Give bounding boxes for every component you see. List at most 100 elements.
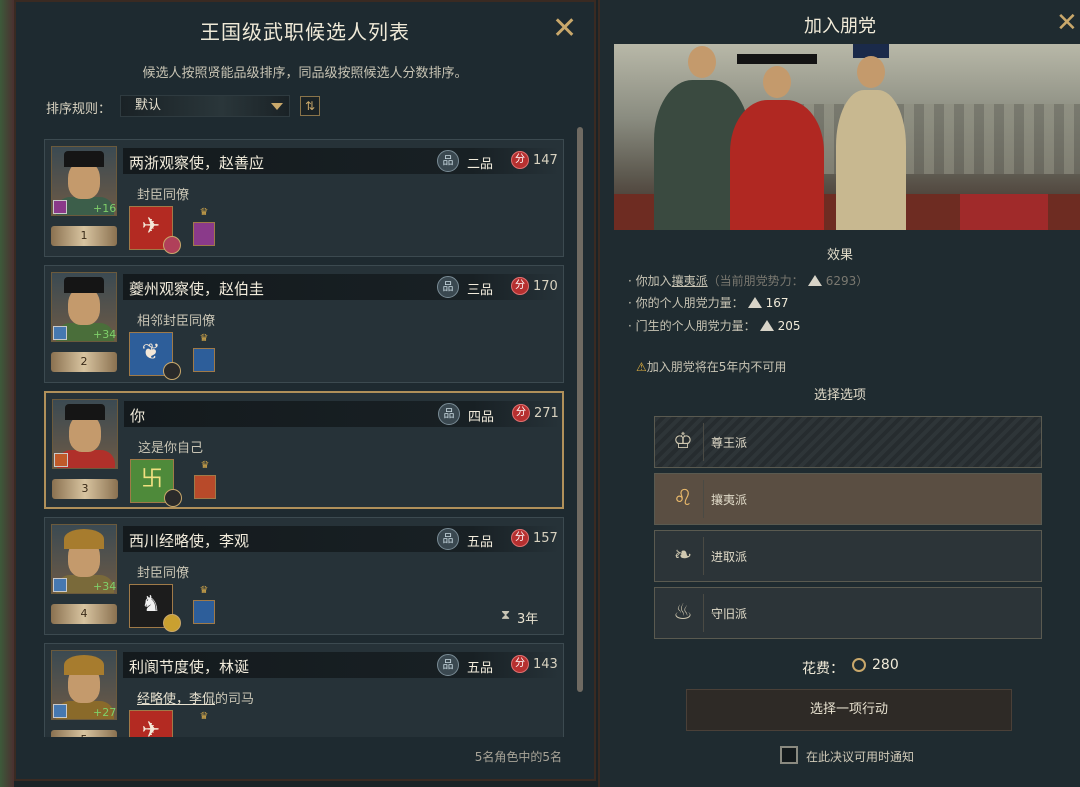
- list-scrollbar[interactable]: [577, 127, 583, 692]
- hourglass-icon: ⧗: [501, 608, 511, 623]
- realm-coat-icon[interactable]: [193, 600, 215, 624]
- event-illustration: [614, 44, 1080, 230]
- candidate-name[interactable]: 夔州观察使，赵伯圭: [129, 278, 264, 299]
- candidate-card[interactable]: +27 5 利阆节度使，林诞 品 五品 分 143 经略使，李侃的司马 ✈ ♛: [44, 643, 564, 737]
- rank-number: 5: [51, 730, 117, 737]
- candidate-name[interactable]: 两浙观察使，赵善应: [129, 152, 264, 173]
- grade-icon: 品: [437, 276, 459, 298]
- option-jinqu[interactable]: ❧ 进取派: [654, 530, 1042, 582]
- cauldron-icon: ♨: [663, 594, 704, 632]
- sort-dropdown[interactable]: 默认: [120, 95, 290, 117]
- relation-suffix: 的司马: [215, 692, 255, 707]
- sort-order-button[interactable]: ⇅: [300, 96, 320, 116]
- relation-link[interactable]: 经略使，李侃: [137, 692, 215, 707]
- faction-link[interactable]: 攘夷派: [672, 274, 708, 288]
- liege-emblem-icon: [163, 614, 181, 632]
- realm-coat-icon[interactable]: [193, 348, 215, 372]
- candidate-relation: 封臣同僚: [137, 566, 190, 581]
- close-icon[interactable]: ✕: [1056, 8, 1078, 38]
- candidate-score: 170: [533, 279, 558, 294]
- option-rangyi[interactable]: ♌ 攘夷派: [654, 473, 1042, 525]
- liege-emblem-icon: [164, 489, 182, 507]
- warning-text: ⚠加入朋党将在5年内不可用: [636, 360, 787, 374]
- candidate-grade: 五品: [467, 661, 494, 676]
- crown-icon: ♛: [199, 711, 209, 722]
- title-badge-icon: [53, 200, 67, 214]
- notify-label[interactable]: 在此决议可用时通知: [806, 748, 914, 765]
- effect-join: · 你加入攘夷派（当前朋党势力： 6293）: [628, 274, 869, 288]
- score-icon: 分: [511, 529, 529, 547]
- candidate-score: 157: [533, 531, 558, 546]
- grade-icon: 品: [437, 150, 459, 172]
- candidate-count: 5名角色中的5名: [474, 750, 562, 764]
- crown-icon: ♛: [199, 207, 209, 218]
- candidate-card-self[interactable]: 3 你 品 四品 分 271 这是你自己 卐 ♛: [44, 391, 564, 509]
- name-bar: [124, 401, 560, 427]
- candidate-name[interactable]: 西川经略使，李观: [129, 530, 249, 551]
- cost-value: 280: [872, 657, 899, 673]
- liege-emblem-icon: [163, 236, 181, 254]
- warning-icon: ⚠: [636, 360, 647, 374]
- title-badge-icon: [54, 453, 68, 467]
- title-badge-icon: [53, 578, 67, 592]
- candidate-relation: 这是你自己: [138, 441, 204, 456]
- prestige-icon: [852, 658, 866, 672]
- candidate-list: +16 1 两浙观察使，赵善应 品 二品 分 147 封臣同僚 ✈ ♛ +34 …: [44, 137, 564, 737]
- crown-icon: ♛: [199, 333, 209, 344]
- candidate-grade: 四品: [468, 410, 495, 425]
- candidate-score: 271: [534, 406, 559, 421]
- power-icon: [759, 320, 774, 331]
- choose-action-button[interactable]: 选择一项行动: [686, 689, 1012, 731]
- candidate-grade: 五品: [467, 535, 494, 550]
- option-shoujiu[interactable]: ♨ 守旧派: [654, 587, 1042, 639]
- cost-label: 花费：: [802, 661, 844, 677]
- notify-checkbox[interactable]: [780, 746, 798, 764]
- candidate-name[interactable]: 利阆节度使，林诞: [129, 656, 249, 677]
- candidate-relation: 封臣同僚: [137, 188, 190, 203]
- title-badge-icon: [53, 326, 67, 340]
- lion-icon: ♌: [663, 480, 704, 518]
- candidate-card[interactable]: +34 4 西川经略使，李观 品 五品 分 157 封臣同僚 ♞ ♛ ⧗ 3年: [44, 517, 564, 635]
- crane-icon: ❧: [663, 537, 704, 575]
- bonus-value: +34: [93, 328, 117, 341]
- liege-emblem-icon: [163, 362, 181, 380]
- close-icon[interactable]: ✕: [552, 14, 577, 44]
- panel-title: 加入朋党: [804, 16, 876, 37]
- join-faction-panel: 加入朋党 ✕ 效果 · 你加入攘夷派（当前朋党势力： 6293） · 你的个人朋党…: [598, 0, 1080, 787]
- cooldown-timer: 3年: [517, 612, 539, 627]
- score-icon: 分: [512, 404, 530, 422]
- score-icon: 分: [511, 151, 529, 169]
- realm-coat-icon[interactable]: [194, 475, 216, 499]
- bonus-value: +16: [93, 202, 117, 215]
- candidate-card[interactable]: +16 1 两浙观察使，赵善应 品 二品 分 147 封臣同僚 ✈ ♛: [44, 139, 564, 257]
- coat-of-arms-icon[interactable]: ✈: [129, 710, 173, 737]
- grade-icon: 品: [437, 528, 459, 550]
- bonus-value: +27: [93, 706, 117, 719]
- score-icon: 分: [511, 277, 529, 295]
- rank-number: 2: [51, 352, 117, 372]
- sort-value: 默认: [135, 98, 162, 113]
- sort-label: 排序规则：: [46, 102, 112, 117]
- title-badge-icon: [53, 704, 67, 718]
- candidate-relation: 相邻封臣同僚: [137, 314, 216, 329]
- panel-subtitle: 候选人按照贤能品级排序，同品级按照候选人分数排序。: [142, 66, 468, 81]
- realm-coat-icon[interactable]: [193, 222, 215, 246]
- effect-protege-power: · 门生的个人朋党力量： 205: [628, 319, 801, 333]
- candidate-grade: 三品: [467, 283, 494, 298]
- candidate-relation: 经略使，李侃的司马: [137, 688, 254, 707]
- candidate-name[interactable]: 你: [130, 405, 145, 426]
- panel-title: 王国级武职候选人列表: [200, 20, 410, 44]
- power-icon: [747, 297, 762, 308]
- emperor-icon: ♔: [663, 423, 704, 461]
- candidate-card[interactable]: +34 2 夔州观察使，赵伯圭 品 三品 分 170 相邻封臣同僚 ❦ ♛: [44, 265, 564, 383]
- candidate-grade: 二品: [467, 157, 494, 172]
- grade-icon: 品: [437, 654, 459, 676]
- options-header: 选择选项: [813, 388, 866, 403]
- effects-header: 效果: [826, 248, 853, 263]
- candidate-score: 143: [533, 657, 558, 672]
- candidate-score: 147: [533, 153, 558, 168]
- option-zunwang[interactable]: ♔ 尊王派: [654, 416, 1042, 468]
- grade-icon: 品: [438, 403, 460, 425]
- bonus-value: +34: [93, 580, 117, 593]
- crown-icon: ♛: [199, 585, 209, 596]
